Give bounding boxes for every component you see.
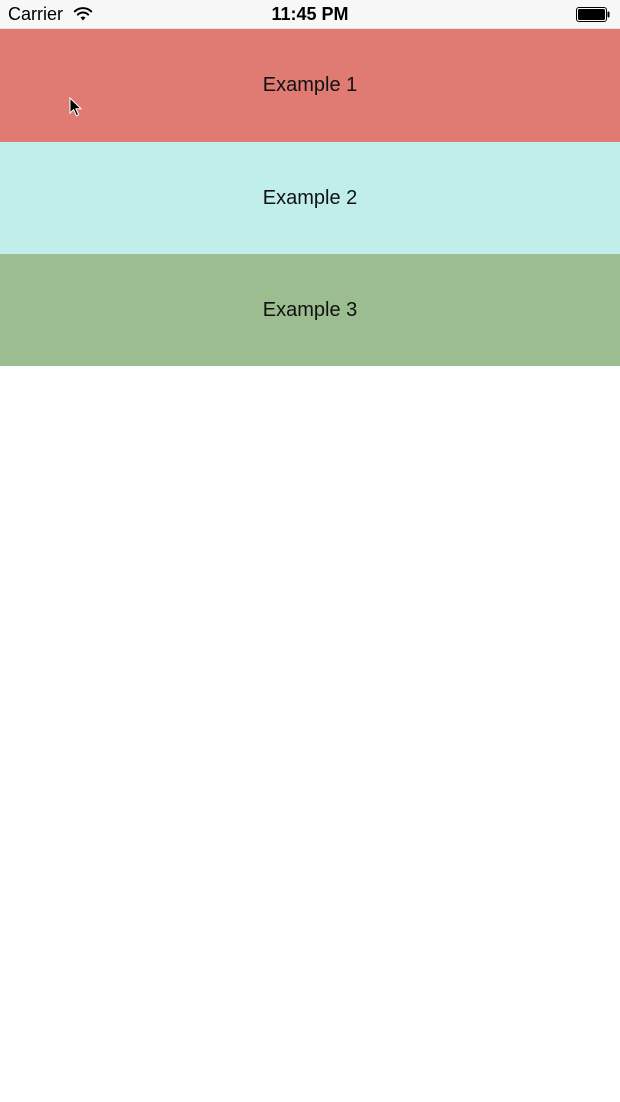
battery-icon [576,7,610,22]
cursor-arrow-icon [69,97,83,117]
list-item-label: Example 3 [262,298,358,321]
empty-content-area [0,366,620,1102]
list-item-example-2[interactable]: Example 2 [0,142,620,255]
status-time: 11:45 PM [271,4,349,24]
list-item-label: Example 1 [262,74,358,96]
list-item-label: Example 2 [262,187,358,209]
list-item-example-1[interactable]: Example 1 [0,29,620,142]
list-item-example-3[interactable]: Example 3 [0,254,620,366]
status-bar: Carrier 11:45 PM [0,0,620,29]
app-screen: Carrier 11:45 PM Example 1 Example 2 Exa… [0,0,620,1102]
